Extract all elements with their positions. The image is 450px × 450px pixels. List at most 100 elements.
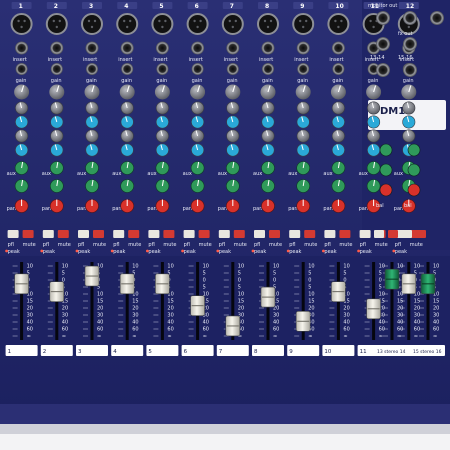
mute-button[interactable] bbox=[416, 230, 426, 238]
mute-button[interactable] bbox=[22, 230, 34, 238]
xlr-pin-icon bbox=[372, 25, 375, 29]
peak-label: peak bbox=[113, 249, 125, 255]
insert-jack-icon[interactable] bbox=[156, 63, 169, 75]
pan-label: pan bbox=[42, 206, 51, 212]
fader-scale-label: 30 bbox=[167, 313, 173, 319]
mute-button[interactable] bbox=[233, 230, 245, 238]
pfl-button[interactable] bbox=[402, 230, 412, 238]
fader-scale-label: 40 bbox=[132, 320, 138, 326]
xlr-input-icon[interactable] bbox=[45, 13, 68, 35]
jack-input-icon[interactable] bbox=[261, 41, 275, 55]
pfl-button[interactable] bbox=[148, 230, 160, 238]
pfl-button[interactable] bbox=[183, 230, 195, 238]
jack-input-icon[interactable] bbox=[226, 41, 240, 55]
xlr-input-icon[interactable] bbox=[327, 13, 350, 35]
pfl-button[interactable] bbox=[374, 230, 384, 238]
insert-jack-icon[interactable] bbox=[226, 63, 239, 75]
pfl-button[interactable] bbox=[113, 230, 125, 238]
stereo-channel-knob[interactable] bbox=[379, 143, 393, 157]
insert-jack-icon[interactable] bbox=[121, 63, 134, 75]
stereo-channel-knob[interactable] bbox=[407, 183, 421, 197]
master-jack-icon[interactable] bbox=[403, 37, 417, 51]
insert-jack-icon[interactable] bbox=[262, 63, 274, 75]
pfl-button[interactable] bbox=[218, 230, 230, 238]
stereo-channel-knob[interactable] bbox=[407, 143, 421, 157]
insert-label: insert bbox=[48, 57, 62, 63]
jack-input-icon[interactable] bbox=[331, 41, 345, 55]
stereo-channel-knob[interactable] bbox=[379, 183, 393, 197]
xlr-pin-icon bbox=[93, 19, 97, 23]
fader-scale-label: 5 bbox=[308, 271, 311, 277]
xlr-pin-icon bbox=[123, 19, 126, 23]
mute-button[interactable] bbox=[57, 230, 69, 238]
insert-label: insert bbox=[83, 57, 97, 63]
insert-jack-icon[interactable] bbox=[15, 63, 28, 75]
mute-button[interactable] bbox=[93, 230, 104, 238]
xlr-input-icon[interactable] bbox=[81, 13, 103, 35]
master-jack-icon[interactable] bbox=[376, 63, 390, 77]
pfl-button[interactable] bbox=[289, 230, 301, 238]
pfl-button[interactable] bbox=[324, 230, 336, 238]
fader-scale-label: 5 bbox=[308, 285, 311, 291]
xlr-input-icon[interactable] bbox=[151, 13, 174, 35]
pfl-button[interactable] bbox=[42, 230, 54, 238]
jack-input-icon[interactable] bbox=[15, 41, 29, 55]
mute-label: mute bbox=[93, 242, 106, 248]
insert-jack-icon[interactable] bbox=[50, 63, 63, 75]
channel-number: 1 bbox=[19, 3, 23, 10]
xlr-input-icon[interactable] bbox=[116, 13, 139, 35]
insert-jack-icon[interactable] bbox=[332, 63, 345, 75]
xlr-input-icon[interactable] bbox=[292, 13, 315, 35]
mute-button[interactable] bbox=[339, 230, 351, 238]
fader-scale-label: 60 bbox=[97, 327, 103, 333]
master-jack-icon[interactable] bbox=[376, 37, 390, 51]
pfl-button[interactable] bbox=[78, 230, 89, 238]
mute-button[interactable] bbox=[128, 230, 140, 238]
master-jack-icon[interactable] bbox=[403, 63, 417, 77]
xlr-input-icon[interactable] bbox=[186, 13, 209, 35]
xlr-pin-icon bbox=[199, 19, 202, 23]
insert-label: insert bbox=[118, 57, 132, 63]
mute-label: mute bbox=[23, 242, 36, 248]
jack-input-icon[interactable] bbox=[296, 41, 310, 55]
pfl-button[interactable] bbox=[7, 230, 19, 238]
xlr-input-icon[interactable] bbox=[10, 13, 33, 35]
master-jack-icon[interactable] bbox=[430, 11, 444, 25]
channel-number: 12 bbox=[406, 3, 414, 10]
insert-jack-icon[interactable] bbox=[86, 63, 98, 75]
master-jack-icon[interactable] bbox=[376, 11, 390, 25]
jack-input-icon[interactable] bbox=[155, 41, 169, 55]
pfl-button[interactable] bbox=[254, 230, 265, 238]
insert-jack-icon[interactable] bbox=[297, 63, 310, 75]
fader-scale-label: 15 bbox=[397, 299, 403, 305]
jack-input-icon[interactable] bbox=[85, 41, 99, 55]
insert-label: insert bbox=[189, 57, 203, 63]
xlr-input-icon[interactable] bbox=[221, 13, 244, 35]
fader-scale-label: 30 bbox=[433, 313, 439, 319]
channel-label: 7 bbox=[219, 349, 223, 355]
insert-jack-icon[interactable] bbox=[191, 63, 204, 75]
fader-scale-label: 40 bbox=[379, 320, 385, 326]
xlr-input-icon[interactable] bbox=[257, 13, 279, 35]
stereo-channel-knob[interactable] bbox=[407, 163, 421, 177]
master-jack-icon[interactable] bbox=[403, 11, 417, 25]
peak-led-icon bbox=[392, 249, 396, 253]
fader-scale-label: 40 bbox=[433, 320, 439, 326]
mute-button[interactable] bbox=[198, 230, 210, 238]
mute-button[interactable] bbox=[269, 230, 280, 238]
pfl-button[interactable] bbox=[359, 230, 371, 238]
fader-scale-label: 60 bbox=[414, 327, 420, 333]
jack-input-icon[interactable] bbox=[191, 41, 205, 55]
stereo-channel-knob[interactable] bbox=[379, 163, 393, 177]
fader-scale-label: 20 bbox=[238, 306, 244, 312]
mute-button[interactable] bbox=[388, 230, 398, 238]
xlr-pin-icon bbox=[337, 25, 340, 29]
jack-input-icon[interactable] bbox=[120, 41, 134, 55]
jack-input-icon[interactable] bbox=[50, 41, 64, 55]
mute-button[interactable] bbox=[304, 230, 316, 238]
fader-scale-label: 20 bbox=[62, 306, 68, 312]
mixing-console: DM16 1insertgainauxpanpfl mutepeak2insert… bbox=[0, 0, 450, 450]
aux-label: aux bbox=[218, 171, 227, 177]
mute-button[interactable] bbox=[163, 230, 175, 238]
peak-label: peak bbox=[184, 249, 196, 255]
